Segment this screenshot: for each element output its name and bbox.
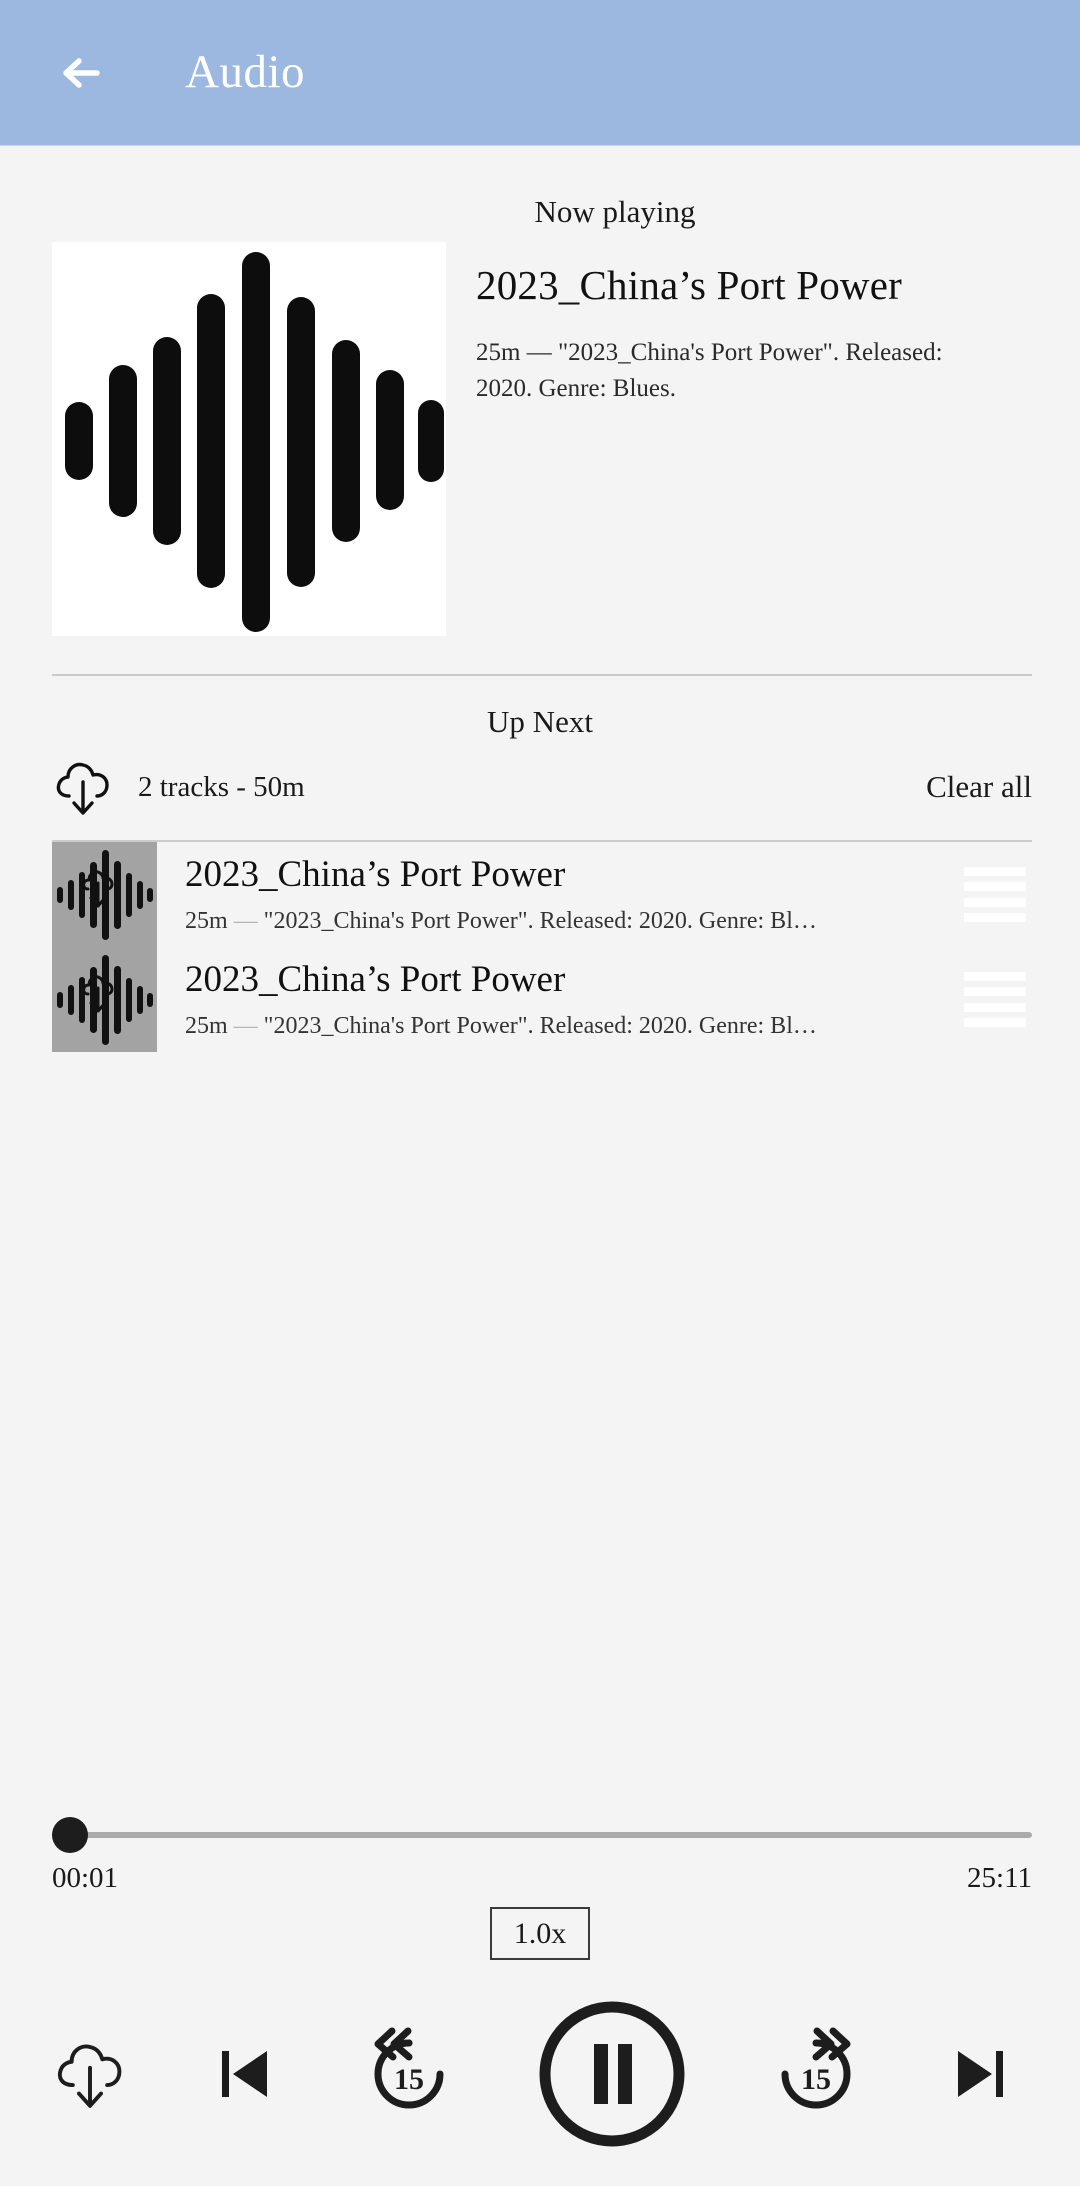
skip-previous-icon bbox=[221, 2051, 267, 2097]
cloud-download-icon bbox=[57, 2044, 122, 2108]
svg-text:15: 15 bbox=[801, 2063, 831, 2096]
main-content: Now playing 2023_China’s Port Power 25m … bbox=[0, 146, 1080, 2186]
clear-all-button[interactable]: Clear all bbox=[926, 769, 1032, 805]
cloud-download-icon bbox=[56, 762, 109, 815]
playback-speed-button[interactable]: 1.0x bbox=[489, 1907, 591, 1960]
transport-bar: 15 15 bbox=[0, 1960, 1080, 2154]
seek-thumb[interactable] bbox=[52, 1817, 88, 1853]
pause-circle-icon bbox=[539, 2001, 685, 2147]
speed-row: 1.0x bbox=[0, 1907, 1080, 1960]
track-duration: 25m bbox=[185, 908, 228, 935]
track-separator: — bbox=[233, 908, 258, 935]
page-title: Audio bbox=[185, 46, 305, 98]
now-playing-description: 25m — "2023_China's Port Power". Release… bbox=[476, 339, 943, 402]
seek-bar[interactable] bbox=[52, 1814, 1032, 1856]
up-next-label: Up Next bbox=[487, 704, 593, 739]
track-separator: — bbox=[233, 1013, 258, 1040]
queue-download-button[interactable] bbox=[52, 756, 114, 818]
now-playing-row: 2023_China’s Port Power 25m — "2023_Chin… bbox=[0, 230, 1080, 636]
back-button[interactable] bbox=[48, 38, 118, 108]
now-playing-label: Now playing bbox=[534, 194, 696, 229]
track-thumbnail bbox=[52, 842, 157, 947]
svg-text:15: 15 bbox=[394, 2063, 424, 2096]
audio-waveform-download-icon bbox=[57, 850, 153, 940]
app-header: Audio bbox=[0, 0, 1080, 146]
audio-waveform-icon bbox=[65, 252, 444, 632]
seek-track[interactable] bbox=[52, 1832, 1032, 1838]
next-track-button[interactable] bbox=[940, 2034, 1020, 2114]
drag-handle-icon[interactable] bbox=[964, 866, 1026, 923]
player-controls: 00:01 25:11 1.0x 15 15 bbox=[0, 1814, 1080, 2186]
skip-next-icon bbox=[957, 2051, 1003, 2097]
track-thumbnail bbox=[52, 947, 157, 1052]
replay-15-icon: 15 bbox=[374, 2027, 444, 2109]
audio-waveform-download-icon bbox=[57, 955, 153, 1045]
now-playing-info: 2023_China’s Port Power 25m — "2023_Chin… bbox=[446, 242, 1025, 406]
album-art bbox=[52, 242, 446, 636]
section-divider bbox=[52, 674, 1032, 676]
time-row: 00:01 25:11 bbox=[52, 1862, 1032, 1895]
previous-track-button[interactable] bbox=[205, 2034, 285, 2114]
elapsed-time: 00:01 bbox=[52, 1862, 119, 1894]
track-subtitle: 25m — "2023_China's Port Power". Released:… bbox=[185, 908, 964, 935]
total-time: 25:11 bbox=[967, 1862, 1032, 1894]
drag-handle-icon[interactable] bbox=[964, 971, 1026, 1028]
track-title: 2023_China’s Port Power bbox=[185, 853, 566, 895]
track-duration: 25m bbox=[185, 1013, 228, 1040]
forward-15-button[interactable]: 15 bbox=[769, 2027, 863, 2121]
track-subtitle: 25m — "2023_China's Port Power". Released:… bbox=[185, 1013, 964, 1040]
track-text: 2023_China’s Port Power 25m — "2023_China'… bbox=[157, 959, 964, 1041]
track-text: 2023_China’s Port Power 25m — "2023_China'… bbox=[157, 854, 964, 936]
table-row[interactable]: 2023_China’s Port Power 25m — "2023_China'… bbox=[0, 842, 1080, 947]
track-meta: "2023_China's Port Power". Released: 202… bbox=[263, 908, 817, 935]
rewind-15-button[interactable]: 15 bbox=[362, 2027, 456, 2121]
forward-15-icon: 15 bbox=[781, 2027, 851, 2109]
up-next-summary-bar: 2 tracks - 50m Clear all bbox=[0, 740, 1080, 818]
now-playing-title: 2023_China’s Port Power bbox=[476, 262, 902, 308]
track-title: 2023_China’s Port Power bbox=[185, 958, 566, 1000]
track-meta: "2023_China's Port Power". Released: 202… bbox=[263, 1013, 817, 1040]
download-button[interactable] bbox=[52, 2036, 128, 2112]
pause-button[interactable] bbox=[532, 1994, 692, 2154]
table-row[interactable]: 2023_China’s Port Power 25m — "2023_China'… bbox=[0, 947, 1080, 1052]
queue-summary-text: 2 tracks - 50m bbox=[138, 770, 305, 803]
audio-player-screen: Audio Now playing 2023_China’s Port Powe… bbox=[0, 0, 1080, 2186]
arrow-left-icon bbox=[63, 57, 100, 88]
